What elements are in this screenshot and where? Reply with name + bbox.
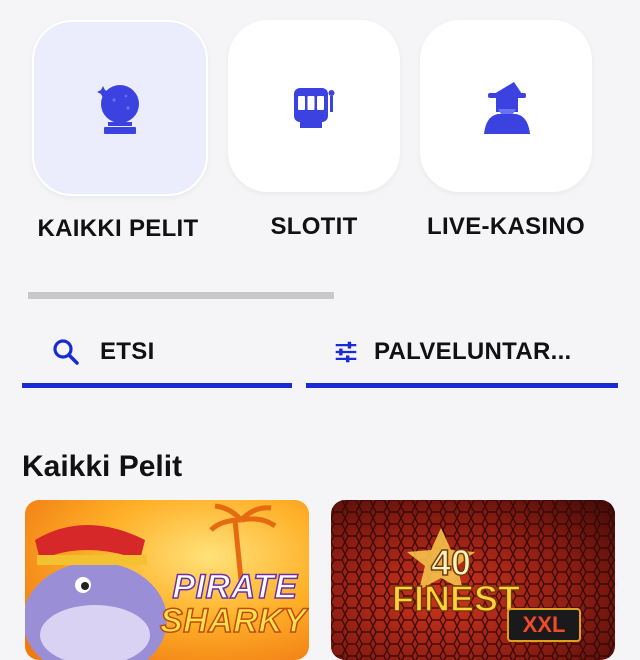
provider-filter-label: PALVELUNTAR... bbox=[374, 337, 572, 365]
game-card-40-finest[interactable]: 40 FINEST XXL bbox=[331, 500, 615, 660]
category-all-games-tile[interactable] bbox=[32, 20, 208, 196]
category-live-casino-tile[interactable] bbox=[420, 20, 592, 192]
category-slots-label[interactable]: SLOTIT bbox=[228, 213, 400, 241]
section-title: Kaikki Pelit bbox=[22, 450, 183, 483]
filter-sliders-icon bbox=[335, 341, 357, 362]
search-button[interactable]: ETSI bbox=[22, 320, 292, 388]
crystal-ball-icon bbox=[97, 85, 139, 134]
category-scrollbar[interactable] bbox=[28, 292, 334, 299]
pirate-sharky-title-line2: SHARKY bbox=[159, 601, 307, 641]
game-card-pirate-sharky[interactable]: PIRATE SHARKY bbox=[25, 500, 309, 660]
category-live-casino-label[interactable]: LIVE-KASINO bbox=[418, 213, 594, 241]
category-all-games-label[interactable]: KAIKKI PELIT bbox=[32, 215, 204, 243]
xxl-badge: XXL bbox=[507, 608, 581, 642]
category-slots-tile[interactable] bbox=[228, 20, 400, 192]
wizard-icon bbox=[484, 82, 530, 134]
search-label: ETSI bbox=[100, 337, 155, 365]
search-icon bbox=[53, 338, 79, 365]
slot-machine-icon bbox=[294, 88, 335, 128]
provider-filter-button[interactable]: PALVELUNTAR... bbox=[306, 320, 618, 388]
